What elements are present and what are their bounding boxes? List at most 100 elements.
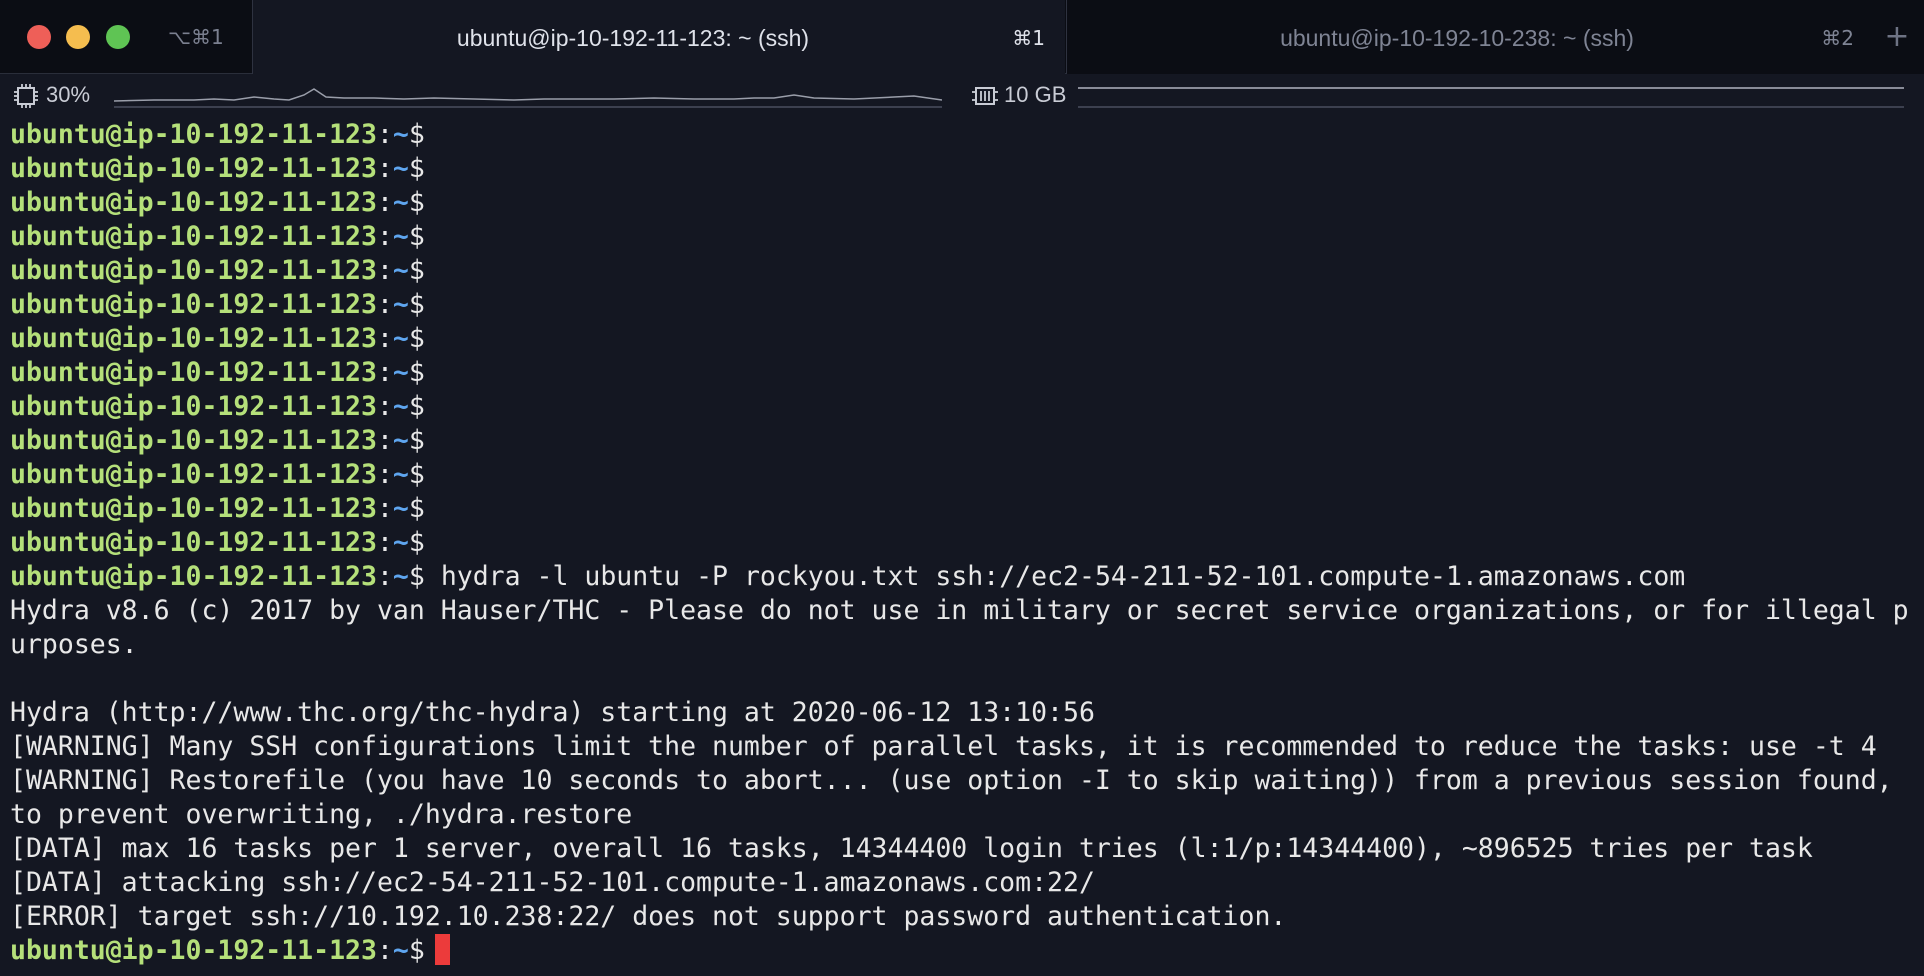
prompt-user-host: ubuntu@ip-10-192-11-123	[10, 255, 377, 286]
prompt-line: ubuntu@ip-10-192-11-123:~$	[10, 288, 1916, 322]
prompt-user-host: ubuntu@ip-10-192-11-123	[10, 391, 377, 422]
output-line: [DATA] max 16 tasks per 1 server, overal…	[10, 833, 1813, 864]
tab-shortcut: ⌘1	[1012, 26, 1045, 50]
command-line: ubuntu@ip-10-192-11-123:~$ hydra -l ubun…	[10, 560, 1916, 594]
prompt-colon: :	[376, 391, 393, 422]
prompt-line: ubuntu@ip-10-192-11-123:~$	[10, 356, 1916, 390]
prompt-line: ubuntu@ip-10-192-11-123:~$	[10, 492, 1916, 526]
prompt-path: ~	[392, 493, 409, 524]
prompt-path: ~	[392, 323, 409, 354]
new-tab-button[interactable]: +	[1880, 20, 1914, 54]
prompt-symbol: $	[408, 255, 425, 286]
prompt-line: ubuntu@ip-10-192-11-123:~$	[10, 458, 1916, 492]
prompt-user-host: ubuntu@ip-10-192-11-123	[10, 323, 377, 354]
prompt-colon: :	[376, 187, 393, 218]
prompt-path: ~	[392, 255, 409, 286]
prompt-path: ~	[392, 221, 409, 252]
text-cursor	[434, 934, 450, 965]
memory-usage: 10 GB	[1004, 82, 1067, 107]
prompt-colon: :	[376, 255, 393, 286]
prompt-path: ~	[392, 357, 409, 388]
prompt-path: ~	[392, 289, 409, 320]
terminal-window: ⌥⌘1 ubuntu@ip-10-192-11-123: ~ (ssh) ⌘1 …	[0, 0, 1924, 976]
prompt-path: ~	[392, 187, 409, 218]
prompt-colon: :	[376, 153, 393, 184]
prompt-user-host: ubuntu@ip-10-192-11-123	[10, 561, 377, 592]
tab-session-1[interactable]: ubuntu@ip-10-192-11-123: ~ (ssh) ⌘1	[253, 0, 1065, 74]
prompt-path: ~	[392, 153, 409, 184]
cpu-icon	[14, 84, 38, 108]
output-line: [DATA] attacking ssh://ec2-54-211-52-101…	[10, 867, 1095, 898]
prompt-symbol: $	[408, 425, 425, 456]
prompt-user-host: ubuntu@ip-10-192-11-123	[10, 289, 377, 320]
prompt-line: ubuntu@ip-10-192-11-123:~$	[10, 424, 1916, 458]
output-line: Hydra (http://www.thc.org/thc-hydra) sta…	[10, 697, 1095, 728]
memory-icon	[972, 87, 998, 105]
prompt-symbol: $	[408, 493, 425, 524]
prompt-symbol: $	[408, 119, 425, 150]
prompt-colon: :	[376, 119, 393, 150]
prompt-path: ~	[392, 391, 409, 422]
prompt-symbol: $	[408, 357, 425, 388]
prompt-symbol: $	[408, 935, 425, 966]
prompt-symbol: $	[408, 289, 425, 320]
prompt-colon: :	[376, 493, 393, 524]
prompt-line: ubuntu@ip-10-192-11-123:~$	[10, 322, 1916, 356]
minimize-window-button[interactable]	[66, 25, 90, 49]
output-line: [WARNING] Restorefile (you have 10 secon…	[10, 765, 1893, 796]
prompt-symbol: $	[408, 221, 425, 252]
close-window-button[interactable]	[27, 25, 51, 49]
cpu-usage: 30%	[46, 82, 91, 107]
prompt-line: ubuntu@ip-10-192-11-123:~$	[10, 526, 1916, 560]
prompt-line: ubuntu@ip-10-192-11-123:~$	[10, 220, 1916, 254]
prompt-symbol: $	[408, 527, 425, 558]
tab-shortcut: ⌘2	[1821, 26, 1854, 50]
prompt-colon: :	[376, 561, 393, 592]
prompt-symbol: $	[408, 459, 425, 490]
prompt-symbol: $	[408, 153, 425, 184]
output-line: Hydra v8.6 (c) 2017 by van Hauser/THC - …	[10, 595, 1909, 626]
terminal-output[interactable]: ubuntu@ip-10-192-11-123:~$ ubuntu@ip-10-1…	[10, 118, 1916, 976]
prompt-user-host: ubuntu@ip-10-192-11-123	[10, 119, 377, 150]
status-bar: 30% 10 GB	[0, 74, 1924, 114]
prompt-path: ~	[392, 561, 409, 592]
prompt-colon: :	[376, 935, 393, 966]
prompt-user-host: ubuntu@ip-10-192-11-123	[10, 221, 377, 252]
prompt-line: ubuntu@ip-10-192-11-123:~$	[10, 152, 1916, 186]
prompt-symbol: $	[408, 391, 425, 422]
prompt-path: ~	[392, 425, 409, 456]
cpu-usage-graph	[114, 88, 942, 108]
prompt-path: ~	[392, 935, 409, 966]
output-line: [ERROR] target ssh://10.192.10.238:22/ d…	[10, 901, 1287, 932]
output-line: urposes.	[10, 629, 138, 660]
maximize-window-button[interactable]	[106, 25, 130, 49]
prompt-symbol: $	[408, 561, 425, 592]
prompt-user-host: ubuntu@ip-10-192-11-123	[10, 153, 377, 184]
output-line: to prevent overwriting, ./hydra.restore	[10, 799, 633, 830]
prompt-line: ubuntu@ip-10-192-11-123:~$	[10, 118, 1916, 152]
prompt-colon: :	[376, 527, 393, 558]
prompt-user-host: ubuntu@ip-10-192-11-123	[10, 527, 377, 558]
prompt-symbol: $	[408, 323, 425, 354]
tab-bar: ⌥⌘1 ubuntu@ip-10-192-11-123: ~ (ssh) ⌘1 …	[0, 0, 1924, 74]
tab-title: ubuntu@ip-10-192-11-123: ~ (ssh)	[456, 25, 810, 51]
prompt-colon: :	[376, 459, 393, 490]
output-line: [WARNING] Many SSH configurations limit …	[10, 731, 1877, 762]
prompt-path: ~	[392, 527, 409, 558]
memory-usage-graph	[1078, 87, 1904, 108]
tab-session-2[interactable]: ubuntu@ip-10-192-10-238: ~ (ssh) ⌘2 +	[1066, 0, 1924, 74]
prompt-colon: :	[376, 221, 393, 252]
prompt-user-host: ubuntu@ip-10-192-11-123	[10, 459, 377, 490]
prompt-user-host: ubuntu@ip-10-192-11-123	[10, 425, 377, 456]
prompt-path: ~	[392, 119, 409, 150]
prompt-colon: :	[376, 289, 393, 320]
prompt-line: ubuntu@ip-10-192-11-123:~$	[10, 390, 1916, 424]
all-tabs-shortcut: ⌥⌘1	[168, 25, 224, 49]
prompt-user-host: ubuntu@ip-10-192-11-123	[10, 357, 377, 388]
prompt-colon: :	[376, 425, 393, 456]
prompt-user-host: ubuntu@ip-10-192-11-123	[10, 493, 377, 524]
prompt-user-host: ubuntu@ip-10-192-11-123	[10, 187, 377, 218]
prompt-line: ubuntu@ip-10-192-11-123:~$	[10, 186, 1916, 220]
active-prompt-line: ubuntu@ip-10-192-11-123:~$	[10, 934, 1916, 968]
